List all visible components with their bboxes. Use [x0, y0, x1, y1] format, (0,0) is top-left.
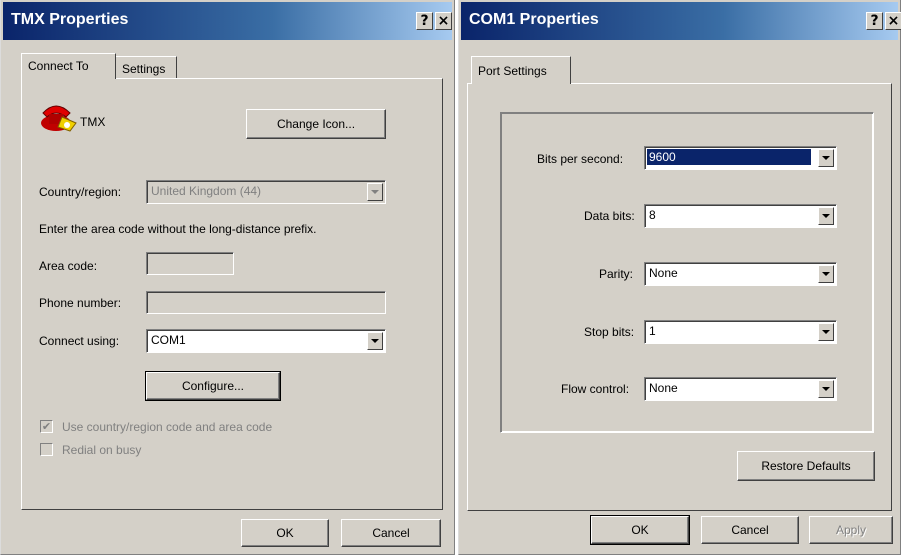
chevron-down-icon [818, 265, 834, 283]
tab-port-settings[interactable]: Port Settings [471, 56, 571, 84]
tmx-cancel-label: Cancel [372, 526, 410, 540]
chevron-down-icon [818, 149, 834, 167]
change-icon-label: Change Icon... [276, 117, 356, 131]
chevron-down-icon [818, 323, 834, 341]
tab-settings[interactable]: Settings [115, 56, 177, 79]
stop-bits-value: 1 [649, 324, 656, 338]
tmx-cancel-button[interactable]: Cancel [341, 519, 441, 547]
com1-apply-label: Apply [835, 523, 867, 537]
stop-bits-select[interactable]: 1 [644, 320, 837, 344]
close-icon[interactable]: × [435, 12, 452, 30]
tmx-title: TMX Properties [11, 11, 129, 28]
use-country-checkbox[interactable]: ✔ [40, 420, 53, 433]
data-bits-value: 8 [649, 208, 656, 222]
tmx-ok-label: OK [276, 526, 294, 540]
data-bits-label: Data bits: [584, 209, 635, 223]
configure-button[interactable]: Configure... [145, 371, 281, 401]
connect-using-value: COM1 [151, 333, 186, 347]
area-code-input[interactable] [146, 252, 234, 275]
close-icon[interactable]: × [885, 12, 901, 30]
change-icon-button[interactable]: Change Icon... [246, 109, 386, 139]
parity-select[interactable]: None [644, 262, 837, 286]
tmx-titlebar[interactable]: TMX Properties ? × [3, 2, 452, 40]
tab-connect-to-label: Connect To [28, 59, 89, 73]
parity-value: None [649, 266, 678, 280]
area-code-instruction: Enter the area code without the long-dis… [39, 222, 317, 236]
restore-defaults-label: Restore Defaults [761, 459, 851, 473]
com1-cancel-button[interactable]: Cancel [701, 516, 799, 544]
com1-tab-panel: Bits per second: 9600 Data bits: 8 Parit… [467, 83, 892, 511]
com1-apply-button[interactable]: Apply [809, 516, 893, 544]
tab-settings-label: Settings [122, 62, 166, 76]
help-icon[interactable]: ? [416, 12, 433, 30]
country-value: United Kingdom (44) [151, 184, 262, 198]
com1-ok-button[interactable]: OK [590, 515, 690, 545]
help-icon[interactable]: ? [866, 12, 883, 30]
connect-using-label: Connect using: [39, 334, 120, 348]
tab-connect-to[interactable]: Connect To [21, 53, 116, 79]
com1-titlebar[interactable]: COM1 Properties ? × [461, 2, 901, 40]
phone-number-input[interactable] [146, 291, 386, 314]
area-code-label: Area code: [39, 259, 98, 273]
connection-name: TMX [80, 115, 106, 129]
stop-bits-label: Stop bits: [584, 325, 635, 339]
flow-control-label: Flow control: [561, 382, 630, 396]
restore-defaults-button[interactable]: Restore Defaults [737, 451, 875, 481]
tab-port-settings-label: Port Settings [478, 64, 547, 78]
bits-per-second-value: 9600 [647, 149, 811, 165]
com1-ok-label: OK [631, 523, 649, 537]
data-bits-select[interactable]: 8 [644, 204, 837, 228]
tmx-properties-dialog: TMX Properties ? × Connect To Settings T… [0, 0, 455, 555]
bits-per-second-label: Bits per second: [537, 152, 624, 166]
phone-connection-icon [41, 105, 77, 132]
tmx-ok-button[interactable]: OK [241, 519, 329, 547]
bits-per-second-select[interactable]: 9600 [644, 146, 837, 170]
flow-control-select[interactable]: None [644, 377, 837, 401]
chevron-down-icon [818, 207, 834, 225]
redial-label: Redial on busy [62, 443, 142, 457]
chevron-down-icon [367, 332, 383, 350]
tmx-tab-panel: TMX Change Icon... Country/region: Unite… [21, 78, 443, 510]
chevron-down-icon [818, 380, 834, 398]
connect-using-select[interactable]: COM1 [146, 329, 386, 353]
use-country-label: Use country/region code and area code [62, 420, 273, 434]
configure-label: Configure... [181, 379, 245, 393]
com1-title: COM1 Properties [469, 11, 599, 28]
com1-cancel-label: Cancel [731, 523, 769, 537]
chevron-down-icon [367, 183, 383, 201]
flow-control-value: None [649, 381, 678, 395]
parity-label: Parity: [599, 267, 634, 281]
com1-properties-dialog: COM1 Properties ? × Port Settings Bits p… [458, 0, 901, 555]
country-label: Country/region: [39, 185, 122, 199]
country-select[interactable]: United Kingdom (44) [146, 180, 386, 204]
phone-number-label: Phone number: [39, 296, 122, 310]
redial-checkbox[interactable] [40, 443, 53, 456]
